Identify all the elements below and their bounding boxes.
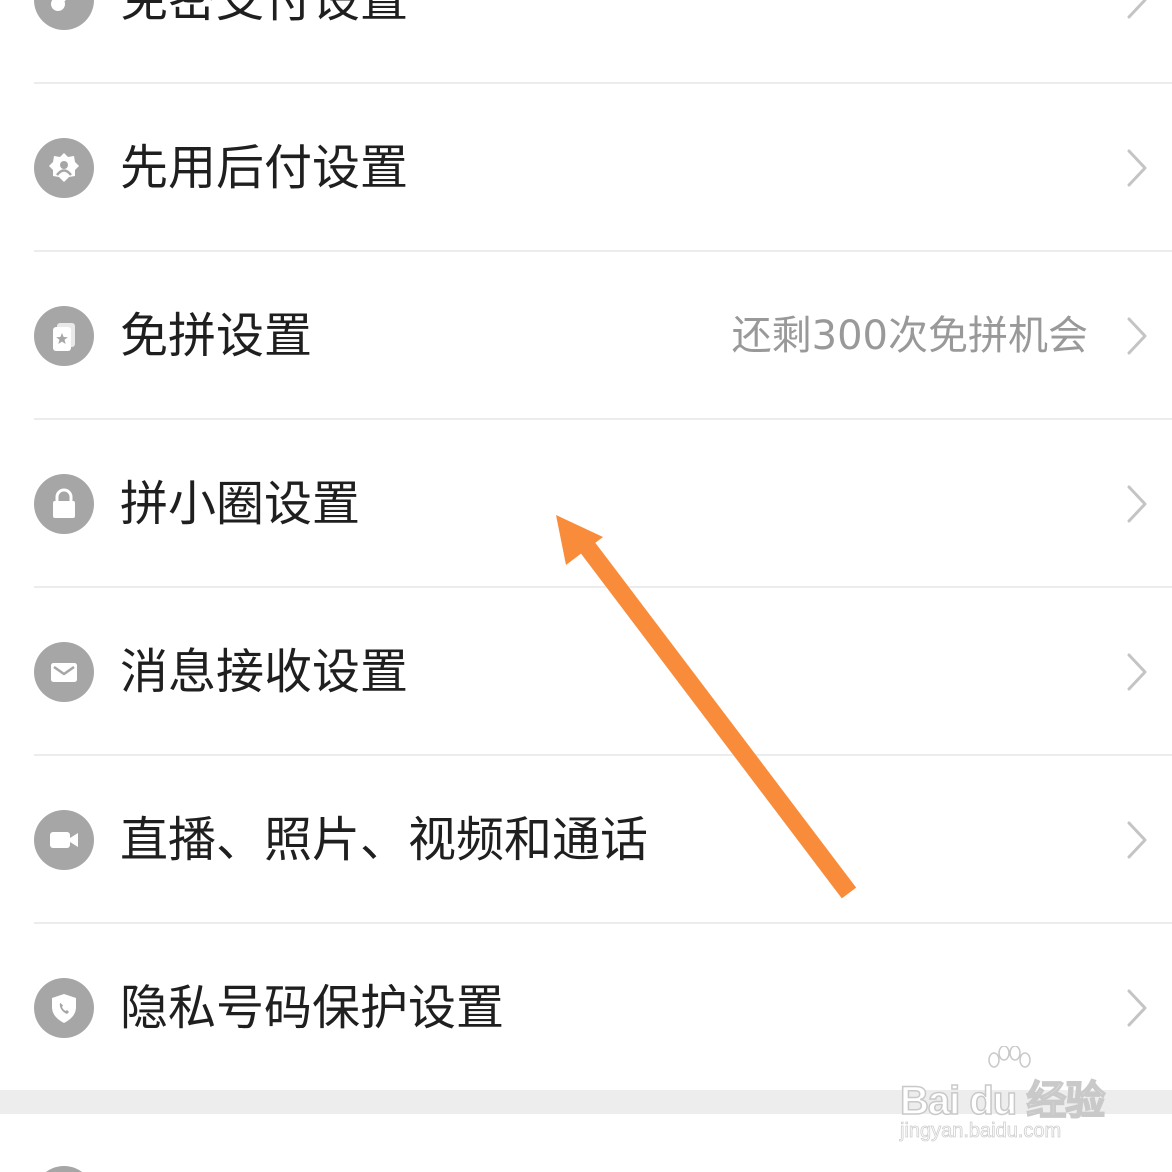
settings-next-section-peek <box>0 1114 1172 1172</box>
settings-page: 免密支付设置 先用后付设置 免拼设置 还剩300次免拼机会 拼小圈设置 消息接收… <box>0 0 1172 1172</box>
settings-item-label: 免拼设置 <box>120 308 313 364</box>
settings-item-label: 免密支付设置 <box>120 0 409 28</box>
chevron-right-icon <box>1126 652 1148 692</box>
settings-item-live-photo-video-call[interactable]: 直播、照片、视频和通话 <box>0 756 1172 924</box>
chevron-right-icon <box>1126 148 1148 188</box>
section-separator <box>0 1090 1172 1114</box>
settings-icon-peek <box>34 1166 94 1172</box>
video-camera-icon <box>34 810 94 870</box>
settings-item-password-free-payment[interactable]: 免密支付设置 <box>0 0 1172 84</box>
settings-item-label: 拼小圈设置 <box>120 476 361 532</box>
badge-icon <box>34 138 94 198</box>
settings-item-value: 还剩300次免拼机会 <box>731 313 1088 359</box>
settings-item-label: 先用后付设置 <box>120 140 409 196</box>
shield-phone-icon <box>34 978 94 1038</box>
settings-item-message-receive[interactable]: 消息接收设置 <box>0 588 1172 756</box>
settings-item-pay-later[interactable]: 先用后付设置 <box>0 84 1172 252</box>
lock-icon <box>34 474 94 534</box>
chevron-right-icon <box>1126 988 1148 1028</box>
chevron-right-icon <box>1126 484 1148 524</box>
star-card-icon <box>34 306 94 366</box>
key-icon <box>34 0 94 30</box>
chevron-right-icon <box>1126 0 1148 20</box>
settings-item-pin-circle[interactable]: 拼小圈设置 <box>0 420 1172 588</box>
settings-item-skip-group[interactable]: 免拼设置 还剩300次免拼机会 <box>0 252 1172 420</box>
mail-icon <box>34 642 94 702</box>
settings-item-privacy-number-protection[interactable]: 隐私号码保护设置 <box>0 924 1172 1092</box>
settings-item-label: 消息接收设置 <box>120 644 409 700</box>
chevron-right-icon <box>1126 316 1148 356</box>
chevron-right-icon <box>1126 820 1148 860</box>
settings-item-label: 直播、照片、视频和通话 <box>120 812 649 868</box>
settings-item-label: 隐私号码保护设置 <box>120 980 505 1036</box>
